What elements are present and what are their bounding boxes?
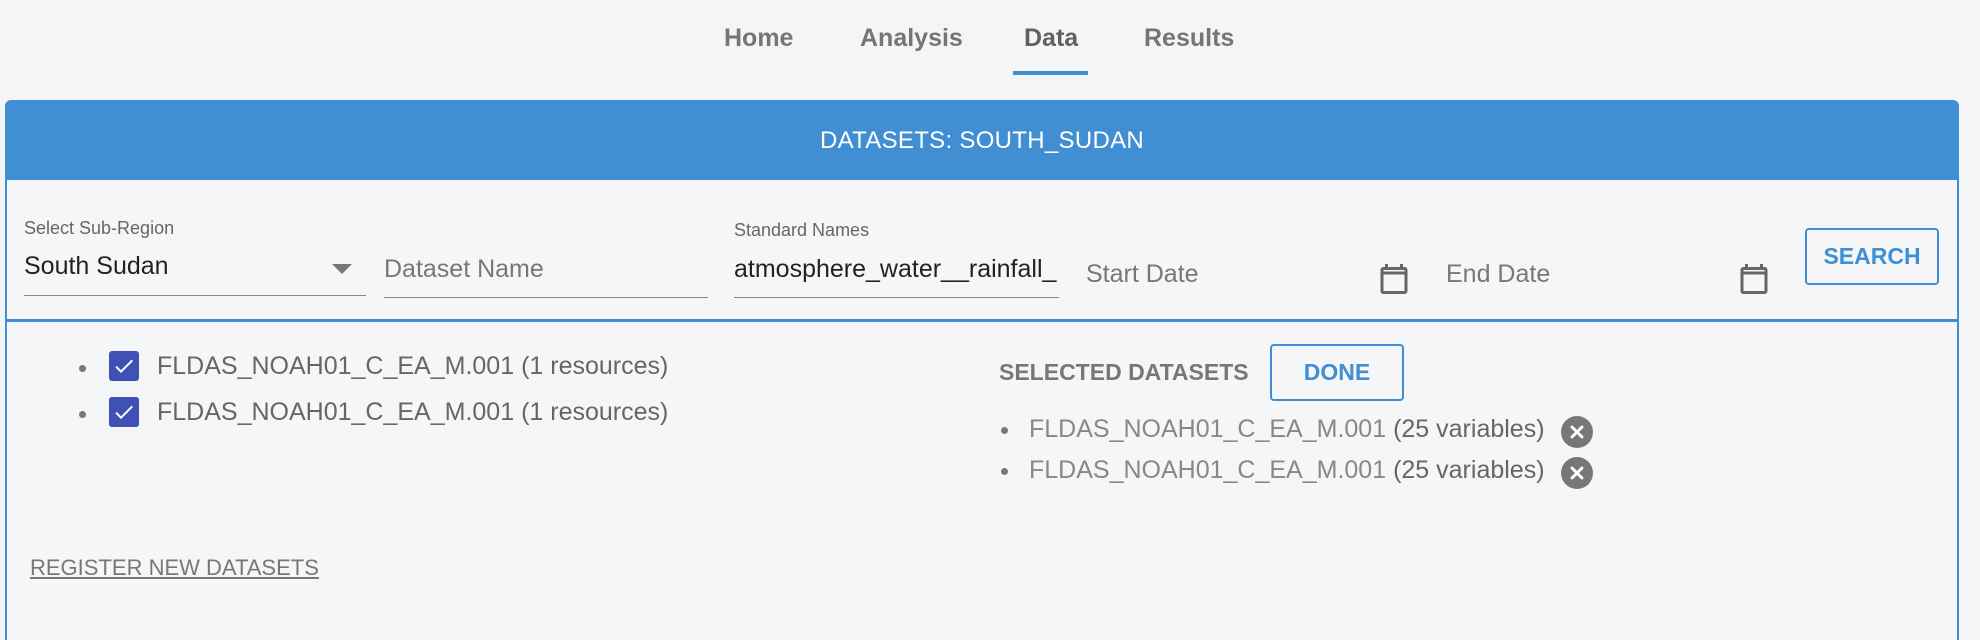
bullet <box>79 365 86 372</box>
tab-data[interactable]: Data <box>1024 24 1078 53</box>
selected-item-text: FLDAS_NOAH01_C_EA_M.001 (25 variables) <box>1029 456 1545 485</box>
calendar-icon[interactable] <box>1736 260 1772 298</box>
x-glyph <box>1570 425 1584 439</box>
calendar-icon[interactable] <box>1376 260 1412 298</box>
standard-names-underline <box>734 297 1059 298</box>
bullet <box>1001 468 1008 475</box>
dataset-checkbox[interactable] <box>109 351 139 381</box>
close-icon[interactable] <box>1561 416 1593 448</box>
subregion-value: South Sudan <box>24 252 169 280</box>
bullet <box>79 411 86 418</box>
register-new-datasets-link[interactable]: REGISTER NEW DATASETS <box>30 555 319 581</box>
datasets-panel: DATASETS: SOUTH_SUDAN Select Sub-Region … <box>5 100 1959 640</box>
panel-title: DATASETS: SOUTH_SUDAN <box>7 102 1957 180</box>
selected-item-count: (25 variables) <box>1393 415 1545 443</box>
done-button[interactable]: DONE <box>1270 344 1404 401</box>
selected-datasets-title: SELECTED DATASETS <box>999 359 1249 385</box>
dataset-name-placeholder: Dataset Name <box>384 255 544 283</box>
active-tab-indicator <box>1013 71 1088 75</box>
search-button[interactable]: SEARCH <box>1805 228 1939 285</box>
check-icon <box>115 405 133 419</box>
tab-results[interactable]: Results <box>1144 24 1234 53</box>
tab-analysis[interactable]: Analysis <box>860 24 963 53</box>
subregion-underline <box>24 295 366 296</box>
tab-home[interactable]: Home <box>724 24 793 53</box>
dataset-label: FLDAS_NOAH01_C_EA_M.001 (1 resources) <box>157 398 669 426</box>
bullet <box>1001 427 1008 434</box>
selected-item-text: FLDAS_NOAH01_C_EA_M.001 (25 variables) <box>1029 415 1545 444</box>
dataset-label: FLDAS_NOAH01_C_EA_M.001 (1 resources) <box>157 352 669 380</box>
dataset-name-underline <box>384 297 708 298</box>
check-icon <box>115 359 133 373</box>
start-date-placeholder: Start Date <box>1086 260 1199 288</box>
subregion-label: Select Sub-Region <box>24 218 175 238</box>
top-nav: Home Analysis Data Results <box>0 0 1980 78</box>
x-glyph <box>1570 466 1584 480</box>
standard-names-label: Standard Names <box>734 220 870 240</box>
search-bar: Select Sub-Region South Sudan Dataset Na… <box>7 180 1957 322</box>
selected-item-name: FLDAS_NOAH01_C_EA_M.001 <box>1029 456 1387 484</box>
selected-item-name: FLDAS_NOAH01_C_EA_M.001 <box>1029 415 1387 443</box>
chevron-down-icon[interactable] <box>332 264 352 274</box>
dataset-checkbox[interactable] <box>109 397 139 427</box>
selected-item-count: (25 variables) <box>1393 456 1545 484</box>
standard-names-value: atmosphere_water__rainfall_ <box>734 255 1057 283</box>
close-icon[interactable] <box>1561 457 1593 489</box>
end-date-placeholder: End Date <box>1446 260 1551 288</box>
